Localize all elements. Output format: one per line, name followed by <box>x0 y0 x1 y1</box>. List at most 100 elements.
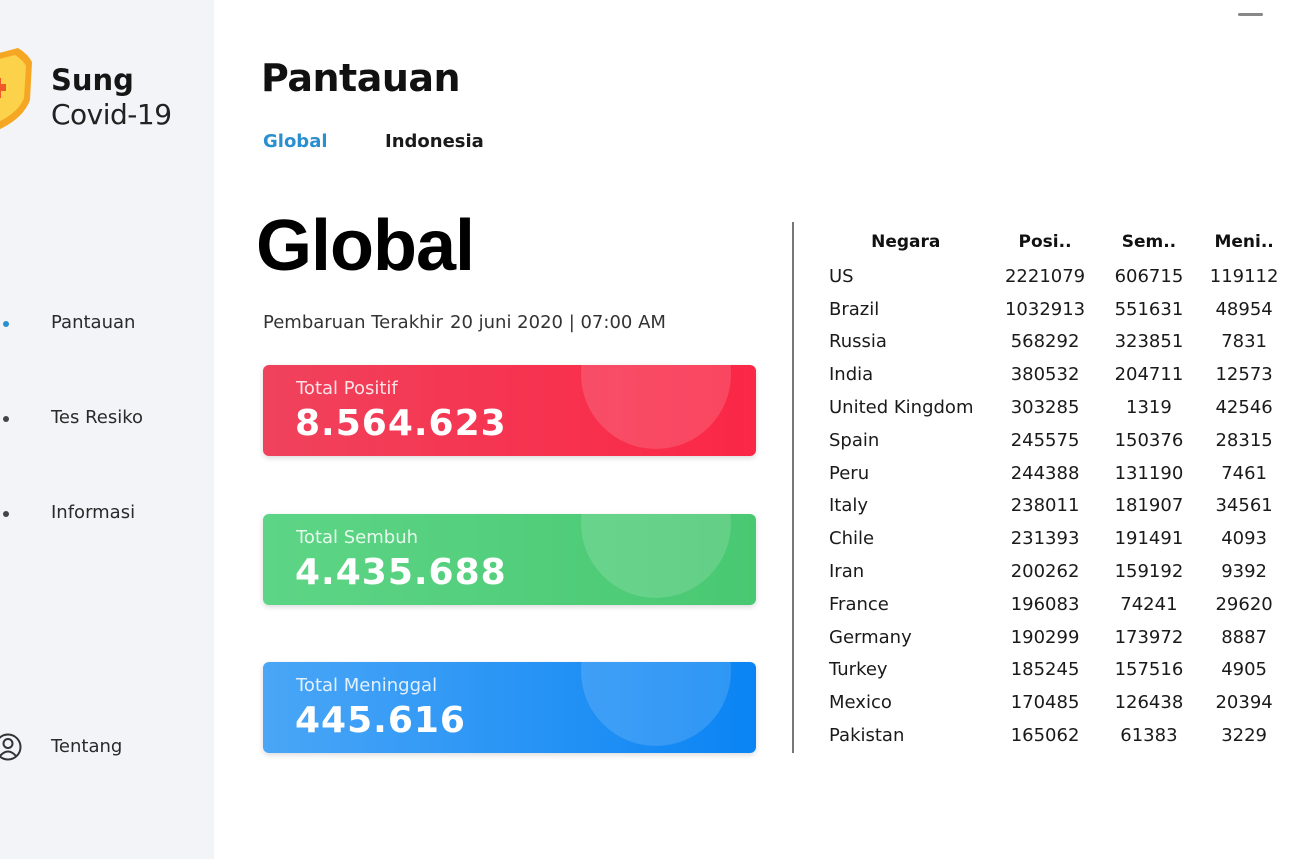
country-cell: India <box>829 364 874 386</box>
brand-name: Sung <box>51 63 134 97</box>
table-row[interactable]: India 380532 204711 12573 <box>820 358 1289 391</box>
stat-label: Total Meninggal <box>296 675 438 696</box>
table-row[interactable]: Turkey 185245 157516 4905 <box>820 654 1289 687</box>
table-row[interactable]: Italy 238011 181907 34561 <box>820 490 1289 523</box>
table-row[interactable]: Brazil 1032913 551631 48954 <box>820 293 1289 326</box>
sidebar-item-pantauan[interactable]: Pantauan <box>0 304 214 344</box>
column-header-meninggal[interactable]: Meni.. <box>1199 224 1289 260</box>
positif-cell: 200262 <box>1010 561 1080 583</box>
sembuh-cell: 551631 <box>1114 298 1184 320</box>
vertical-divider <box>792 222 794 753</box>
section-heading: Global <box>256 206 475 286</box>
table-header-row: Negara Posi.. Sem.. Meni.. <box>820 224 1289 260</box>
meninggal-cell: 12573 <box>1215 364 1273 386</box>
decorative-circle <box>581 514 731 598</box>
stat-label: Total Positif <box>296 378 398 399</box>
meninggal-cell: 4905 <box>1221 659 1268 681</box>
sembuh-cell: 323851 <box>1114 331 1184 353</box>
meninggal-cell: 9392 <box>1221 561 1268 583</box>
sembuh-cell: 150376 <box>1114 429 1184 451</box>
positif-cell: 165062 <box>1010 725 1080 747</box>
decorative-circle <box>581 662 731 746</box>
country-cell: Russia <box>829 331 887 353</box>
sembuh-cell: 181907 <box>1114 495 1184 517</box>
bullet-dot <box>3 416 9 422</box>
positif-cell: 244388 <box>1010 462 1080 484</box>
tab-indonesia[interactable]: Indonesia <box>385 131 484 152</box>
positif-cell: 380532 <box>1010 364 1080 386</box>
meninggal-cell: 42546 <box>1215 397 1273 419</box>
sidebar-item-label: Tentang <box>51 736 123 757</box>
table-row[interactable]: Mexico 170485 126438 20394 <box>820 686 1289 719</box>
meninggal-cell: 29620 <box>1215 593 1273 615</box>
positif-cell: 185245 <box>1010 659 1080 681</box>
sembuh-cell: 159192 <box>1114 561 1184 583</box>
meninggal-cell: 3229 <box>1221 725 1268 747</box>
country-cell: US <box>829 265 854 287</box>
positif-cell: 2221079 <box>1004 265 1086 287</box>
stat-value: 4.435.688 <box>295 552 507 593</box>
sembuh-cell: 126438 <box>1114 692 1184 714</box>
sembuh-cell: 74241 <box>1120 593 1178 615</box>
sidebar-item-label: Tes Resiko <box>51 407 144 428</box>
sidebar-item-tentang[interactable]: Tentang <box>0 728 214 768</box>
table-body: US 2221079 606715 119112 Brazil 1032913 551631… <box>820 260 1289 752</box>
meninggal-cell: 7461 <box>1221 462 1268 484</box>
column-header-positif[interactable]: Posi.. <box>992 224 1099 260</box>
shield-plus-icon <box>0 48 32 129</box>
country-cell: Chile <box>829 528 875 550</box>
total-meninggal-card: Total Meninggal 445.616 <box>263 662 756 753</box>
meninggal-cell: 48954 <box>1215 298 1273 320</box>
table-row[interactable]: United Kingdom 303285 1319 42546 <box>820 391 1289 424</box>
sembuh-cell: 173972 <box>1114 626 1184 648</box>
country-cell: Pakistan <box>829 725 905 747</box>
meninggal-cell: 119112 <box>1209 265 1279 287</box>
decorative-circle <box>581 365 731 449</box>
bullet-dot <box>3 511 9 517</box>
active-indicator-dot <box>3 321 9 327</box>
column-header-sembuh[interactable]: Sem.. <box>1099 224 1200 260</box>
meninggal-cell: 28315 <box>1215 429 1273 451</box>
table-row[interactable]: France 196083 74241 29620 <box>820 588 1289 621</box>
meninggal-cell: 4093 <box>1221 528 1268 550</box>
minimize-icon[interactable] <box>1238 13 1263 16</box>
positif-cell: 190299 <box>1010 626 1080 648</box>
positif-cell: 238011 <box>1010 495 1080 517</box>
meninggal-cell: 34561 <box>1215 495 1273 517</box>
sembuh-cell: 157516 <box>1114 659 1184 681</box>
table-row[interactable]: Germany 190299 173972 8887 <box>820 621 1289 654</box>
table-row[interactable]: Chile 231393 191491 4093 <box>820 522 1289 555</box>
table-row[interactable]: US 2221079 606715 119112 <box>820 260 1289 293</box>
tab-global[interactable]: Global <box>263 131 328 152</box>
meninggal-cell: 8887 <box>1221 626 1268 648</box>
country-stats-table: Negara Posi.. Sem.. Meni.. US 2221079 6067… <box>820 224 1289 752</box>
total-sembuh-card: Total Sembuh 4.435.688 <box>263 514 756 605</box>
column-header-negara[interactable]: Negara <box>820 224 992 260</box>
table-row[interactable]: Iran 200262 159192 9392 <box>820 555 1289 588</box>
sembuh-cell: 1319 <box>1126 397 1172 419</box>
last-update-value: 20 juni 2020 | 07:00 AM <box>450 312 666 333</box>
sidebar-item-informasi[interactable]: Informasi <box>0 494 214 534</box>
table-row[interactable]: Spain 245575 150376 28315 <box>820 424 1289 457</box>
positif-cell: 1032913 <box>1004 298 1086 320</box>
table-row[interactable]: Peru 244388 131190 7461 <box>820 457 1289 490</box>
positif-cell: 303285 <box>1010 397 1080 419</box>
country-cell: Italy <box>829 495 869 517</box>
sidebar-item-tes-resiko[interactable]: Tes Resiko <box>0 399 214 439</box>
positif-cell: 196083 <box>1010 593 1080 615</box>
table-row[interactable]: Russia 568292 323851 7831 <box>820 326 1289 359</box>
country-cell: France <box>829 593 889 615</box>
country-cell: Peru <box>829 462 870 484</box>
brand-subtitle: Covid-19 <box>51 98 172 131</box>
table-row[interactable]: Pakistan 165062 61383 3229 <box>820 719 1289 752</box>
country-cell: Turkey <box>829 659 888 681</box>
total-positif-card: Total Positif 8.564.623 <box>263 365 756 456</box>
sidebar-item-label: Pantauan <box>51 312 136 333</box>
country-cell: Spain <box>829 429 880 451</box>
positif-cell: 568292 <box>1010 331 1080 353</box>
user-icon <box>0 733 22 761</box>
meninggal-cell: 20394 <box>1215 692 1273 714</box>
page-title: Pantauan <box>261 56 461 100</box>
sembuh-cell: 191491 <box>1114 528 1184 550</box>
stat-label: Total Sembuh <box>296 527 419 548</box>
